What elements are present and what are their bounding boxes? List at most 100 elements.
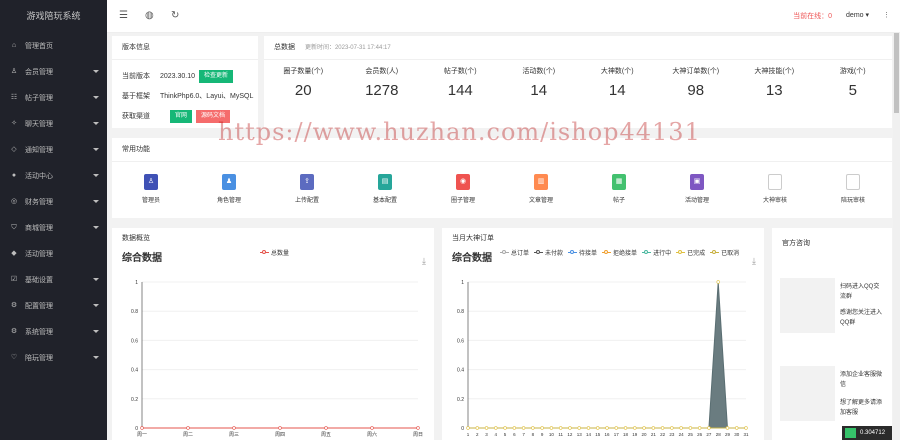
chevron-down-icon <box>93 70 99 73</box>
home-icon: ⌂ <box>11 42 17 49</box>
chevron-down-icon <box>93 148 99 151</box>
sidebar-item[interactable]: ⛉ 商城管理 <box>0 215 107 241</box>
user-icon: ♙ <box>10 68 18 75</box>
official-site-button[interactable]: 官网 <box>170 109 193 123</box>
stat-value: 1278 <box>365 82 399 99</box>
data-point <box>679 426 683 430</box>
feature-item[interactable]: ♟ 角色管理 <box>190 174 268 204</box>
y-tick-label: 0.4 <box>457 368 464 374</box>
more-icon[interactable]: ⋮ <box>883 11 890 21</box>
stat-label: 会员数(人) <box>365 68 399 75</box>
stats-title: 总数据 <box>274 44 295 51</box>
y-tick-label: 1 <box>461 280 464 286</box>
check-update-button[interactable]: 检查更新 <box>199 69 234 83</box>
x-tick-label: 15 <box>595 432 601 437</box>
feature-item[interactable]: ▤ 基本配置 <box>346 174 424 204</box>
x-tick-label: 28 <box>716 432 722 437</box>
data-point <box>503 426 507 430</box>
menu-toggle-icon[interactable]: ☰ <box>119 10 128 22</box>
qq-group-text: 扫码进入QQ交流群 <box>840 284 880 300</box>
data-point <box>651 426 656 430</box>
feature-label: 文章管理 <box>528 198 553 204</box>
sidebar-item[interactable]: ⚙ 配置管理 <box>0 293 107 319</box>
sidebar-item[interactable]: ◆ 活动管理 <box>0 241 107 267</box>
x-tick-label: 2 <box>476 432 479 437</box>
sidebar-item[interactable]: ◎ 财务管理 <box>0 189 107 215</box>
data-point <box>725 426 730 430</box>
sidebar-item[interactable]: ☷ 帖子管理 <box>0 85 107 111</box>
x-tick-label: 周四 <box>275 432 285 438</box>
config-icon: ⚙ <box>10 302 18 309</box>
broken-image-icon <box>846 174 860 190</box>
page-scrollbar[interactable] <box>893 33 900 440</box>
x-tick-label: 4 <box>495 432 498 437</box>
x-tick-label: 10 <box>549 432 555 437</box>
sidebar-item[interactable]: ⌂ 管理首页 <box>0 33 107 59</box>
feature-item[interactable]: ◉ 圈子管理 <box>424 174 502 204</box>
feature-item[interactable]: ▥ 文章管理 <box>502 174 580 204</box>
feature-item[interactable]: ▦ 帖子 <box>580 174 658 204</box>
user-menu[interactable]: demo ▾ <box>846 11 869 21</box>
feature-item[interactable]: ♙ 管理员 <box>112 174 190 204</box>
data-point <box>568 426 572 430</box>
sidebar-item[interactable]: ◇ 通知管理 <box>0 137 107 163</box>
sidebar-item[interactable]: ⚙ 系统管理 <box>0 319 107 345</box>
x-tick-label: 27 <box>706 432 712 437</box>
circle-icon: ◉ <box>456 174 470 190</box>
y-tick-label: 0.8 <box>457 309 464 315</box>
escort-icon: ♡ <box>10 354 18 361</box>
sidebar-item[interactable]: ✧ 聊天管理 <box>0 111 107 137</box>
scrollbar-thumb[interactable] <box>894 33 899 113</box>
sidebar-item[interactable]: ☑ 基础设置 <box>0 267 107 293</box>
chart1-svg: 00.20.40.60.81周一 周二 周三 周四 周五 周六 周日 <box>131 280 423 438</box>
sidebar-item[interactable]: ♙ 会员管理 <box>0 59 107 85</box>
version-key: 当前版本 <box>122 73 150 80</box>
data-point <box>633 426 637 430</box>
sidebar-item[interactable]: ♡ 陪玩管理 <box>0 345 107 371</box>
admin-icon: ♙ <box>144 174 158 190</box>
sidebar-item-label: 帖子管理 <box>25 95 53 102</box>
x-tick-label: 31 <box>743 432 749 437</box>
data-point <box>512 426 517 430</box>
upload-icon: ⇪ <box>300 174 314 190</box>
feature-item[interactable]: 大神审核 <box>736 174 814 204</box>
sidebar-item-label: 系统管理 <box>25 329 53 336</box>
feature-label: 角色管理 <box>216 198 241 204</box>
globe-icon[interactable]: ◍ <box>145 10 154 22</box>
feature-item[interactable]: 陪玩审核 <box>814 174 892 204</box>
finance-icon: ◎ <box>10 198 18 205</box>
data-point <box>416 426 420 430</box>
data-point <box>540 426 544 430</box>
app-logo: 游戏陪玩系统 <box>0 0 107 33</box>
refresh-icon[interactable]: ↻ <box>171 10 179 22</box>
sidebar-nav: ⌂ 管理首页 ♙ 会员管理 ☷ 帖子管理 ✧ 聊天管理 ◇ 通知管理 ● 活动中心 ◎ 财务管理 ⛉ 商城管理… <box>0 33 107 371</box>
x-tick-label: 5 <box>504 432 507 437</box>
x-tick-label: 6 <box>513 432 516 437</box>
stat-label: 圈子数量(个) <box>283 68 324 75</box>
chevron-down-icon <box>93 304 99 307</box>
x-tick-label: 24 <box>679 432 685 437</box>
data-point <box>475 426 479 430</box>
stat-item: 圈子数量(个) 20 <box>264 66 343 99</box>
feature-item[interactable]: ▣ 活动管理 <box>658 174 736 204</box>
data-point <box>642 426 646 430</box>
x-tick-label: 3 <box>485 432 488 437</box>
version-card-title: 版本信息 <box>112 36 258 60</box>
stats-updated-time: 更新时间：2023-07-31 17:44:17 <box>304 45 391 51</box>
x-tick-label: 8 <box>532 432 535 437</box>
sidebar-item[interactable]: ● 活动中心 <box>0 163 107 189</box>
x-tick-label: 周六 <box>367 431 377 438</box>
consult-card: 官方咨询 扫码进入QQ交流群 感谢您关注进入QQ群 添加企业客服微信 想了解更多… <box>772 228 892 440</box>
stats-card: 总数据 更新时间：2023-07-31 17:44:17 圈子数量(个) 20 会员… <box>264 36 892 128</box>
x-tick-label: 29 <box>725 432 731 437</box>
version-card: 版本信息 当前版本 2023.30.10 检查更新 基于框架 ThinkPhp6… <box>112 36 258 128</box>
stat-item: 会员数(人) 1278 <box>343 66 422 99</box>
sidebar-item-label: 陪玩管理 <box>25 355 53 362</box>
y-tick-label: 0.2 <box>457 397 464 403</box>
feature-item[interactable]: ⇪ 上传配置 <box>268 174 346 204</box>
y-tick-label: 1 <box>135 280 138 286</box>
chevron-down-icon <box>93 96 99 99</box>
x-tick-label: 22 <box>660 432 666 437</box>
sidebar-item-label: 聊天管理 <box>25 121 53 128</box>
post-feature-icon: ▦ <box>612 174 626 190</box>
